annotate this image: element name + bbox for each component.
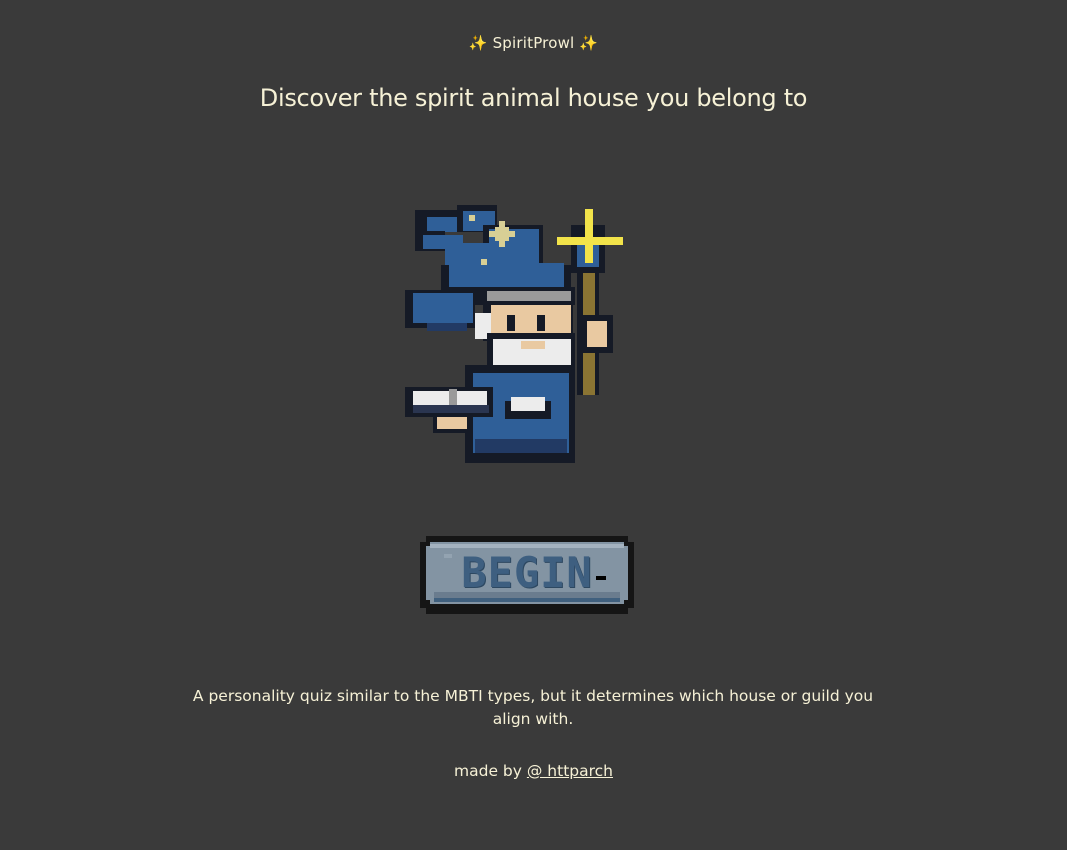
credit-line: made by @ httparch	[0, 762, 1067, 780]
page-headline: Discover the spirit animal house you bel…	[259, 84, 808, 112]
sparkle-right-icon: ✨	[579, 34, 599, 52]
author-link[interactable]: @ httparch	[527, 762, 613, 780]
brand-name: SpiritProwl	[492, 34, 575, 52]
pixel-wizard-icon	[405, 205, 625, 465]
begin-button[interactable]: BEGIN	[420, 536, 634, 614]
brand-title: ✨ SpiritProwl ✨	[0, 34, 1067, 52]
sparkle-left-icon: ✨	[468, 34, 488, 52]
quiz-description: A personality quiz similar to the MBTI t…	[192, 686, 874, 728]
credit-prefix: made by	[454, 762, 527, 780]
begin-label: BEGIN	[461, 548, 593, 597]
